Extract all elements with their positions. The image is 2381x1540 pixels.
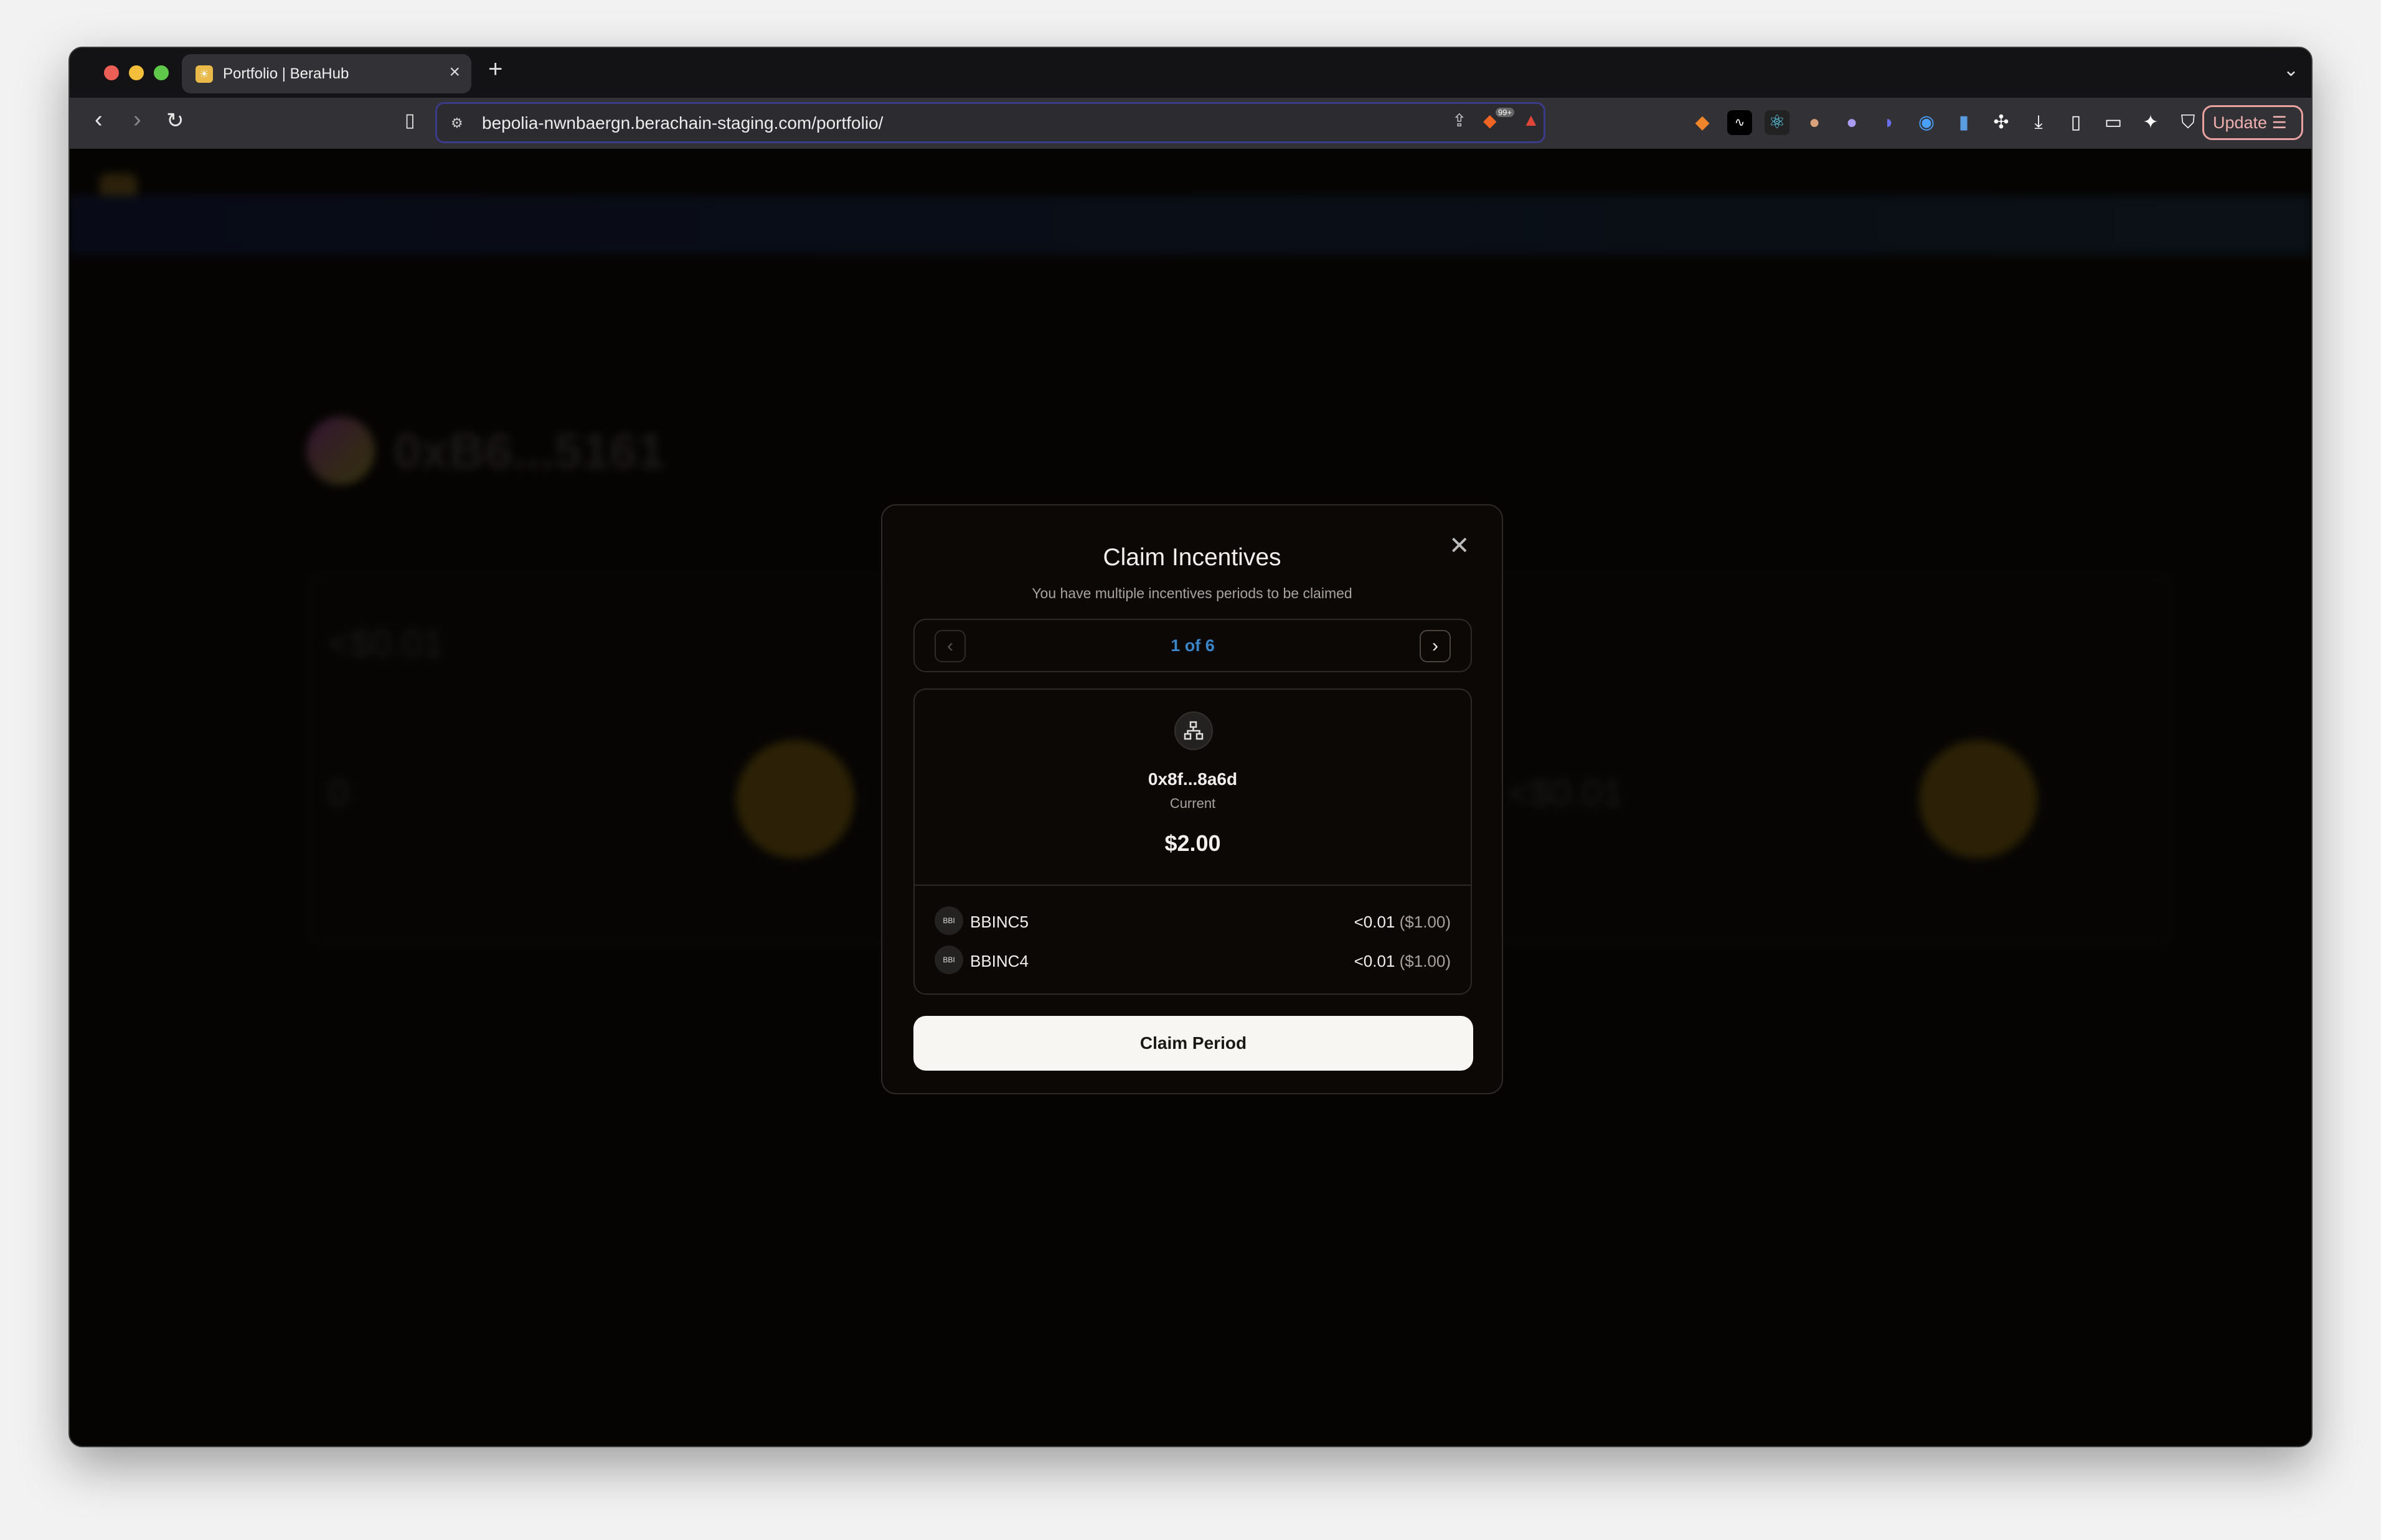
pager-text: 1 of 6	[1171, 636, 1215, 655]
brave-shields-icon[interactable]: ◆	[1483, 110, 1497, 131]
period-pager: ‹ 1 of 6 ›	[913, 619, 1472, 672]
claim-period-button[interactable]: Claim Period	[913, 1016, 1473, 1071]
bookmark-icon[interactable]: ▯	[405, 111, 415, 130]
tab-list-chevron-icon[interactable]: ⌄	[2283, 59, 2299, 81]
bird-extension-icon[interactable]: ◗	[1877, 110, 1902, 135]
update-button[interactable]: Update ☰	[2202, 105, 2303, 140]
wallet-icon[interactable]: ▭	[2101, 110, 2126, 135]
brave-rewards-icon[interactable]: ▲	[1522, 110, 1540, 130]
site-settings-icon[interactable]: ⚙	[451, 115, 463, 131]
tab-title: Portfolio | BeraHub	[223, 65, 349, 82]
react-devtools-icon[interactable]: ⚛	[1765, 110, 1789, 135]
period-card: 0x8f...8a6d Current $2.00 BBI BBINC5 <0.…	[913, 688, 1472, 995]
tab-bar: ☀ Portfolio | BeraHub × + ⌄	[70, 48, 2311, 98]
puzzle-icon[interactable]: ✣	[1989, 110, 2014, 135]
ghost-extension-icon[interactable]: ●	[1839, 110, 1864, 135]
tab-portfolio[interactable]: ☀ Portfolio | BeraHub ×	[182, 54, 471, 93]
update-label: Update	[2213, 113, 2268, 132]
token-row: BBI BBINC4 <0.01 ($1.00)	[935, 946, 1451, 975]
token-name: BBINC5	[970, 913, 1029, 931]
forward-button[interactable]: ›	[133, 108, 141, 131]
browser-window: ☀ Portfolio | BeraHub × + ⌄ ‹ › ↻ ▯ ⚙ be…	[68, 47, 2313, 1447]
address-bar[interactable]: ⚙ bepolia-nwnbaergn.berachain-staging.co…	[435, 102, 1545, 143]
vpn-shield-icon[interactable]: ⛉	[2176, 110, 2200, 135]
divider	[915, 885, 1471, 886]
minimize-window-button[interactable]	[129, 65, 144, 80]
dialog-title: Claim Incentives	[1103, 544, 1281, 571]
berahub-favicon-icon: ☀	[196, 65, 213, 83]
period-status: Current	[1169, 796, 1216, 811]
waveform-icon[interactable]: ∿	[1727, 110, 1752, 135]
vault-address: 0x8f...8a6d	[1148, 769, 1238, 789]
vault-network-icon	[1174, 711, 1213, 750]
metamask-icon[interactable]: ◆	[1690, 110, 1715, 135]
browser-toolbar: ‹ › ↻ ▯ ⚙ bepolia-nwnbaergn.berachain-st…	[70, 98, 2311, 149]
token-icon: BBI	[935, 906, 963, 935]
token-amount: <0.01	[1354, 913, 1395, 931]
close-tab-icon[interactable]: ×	[449, 62, 460, 83]
sparkle-icon[interactable]: ✦	[2138, 110, 2163, 135]
ghostery-icon[interactable]: ▮	[1951, 110, 1976, 135]
new-tab-button[interactable]: +	[488, 57, 502, 82]
token-usd: ($1.00)	[1399, 913, 1451, 931]
maximize-window-button[interactable]	[154, 65, 169, 80]
close-window-button[interactable]	[104, 65, 119, 80]
download-icon[interactable]: ⤓	[2026, 110, 2051, 135]
token-icon: BBI	[935, 946, 963, 974]
url-text[interactable]: bepolia-nwnbaergn.berachain-staging.com/…	[482, 113, 883, 133]
next-period-button[interactable]: ›	[1420, 630, 1451, 662]
claim-incentives-dialog: Claim Incentives You have multiple incen…	[881, 504, 1503, 1094]
share-icon[interactable]: ⇪	[1452, 110, 1466, 131]
sidebar-icon[interactable]: ▯	[2063, 110, 2088, 135]
period-amount: $2.00	[1164, 830, 1221, 856]
token-amount: <0.01	[1354, 952, 1395, 970]
dialog-subtitle: You have multiple incentives periods to …	[1032, 585, 1352, 601]
shields-badge: 99+	[1496, 108, 1515, 117]
close-icon[interactable]: ✕	[1449, 533, 1470, 558]
reload-button[interactable]: ↻	[166, 110, 184, 131]
token-usd: ($1.00)	[1399, 952, 1451, 970]
token-name: BBINC4	[970, 952, 1029, 970]
avatar-extension-icon[interactable]: ●	[1802, 110, 1827, 135]
back-button[interactable]: ‹	[95, 108, 103, 131]
token-row: BBI BBINC5 <0.01 ($1.00)	[935, 906, 1451, 936]
password-lock-icon[interactable]: ◉	[1914, 110, 1939, 135]
